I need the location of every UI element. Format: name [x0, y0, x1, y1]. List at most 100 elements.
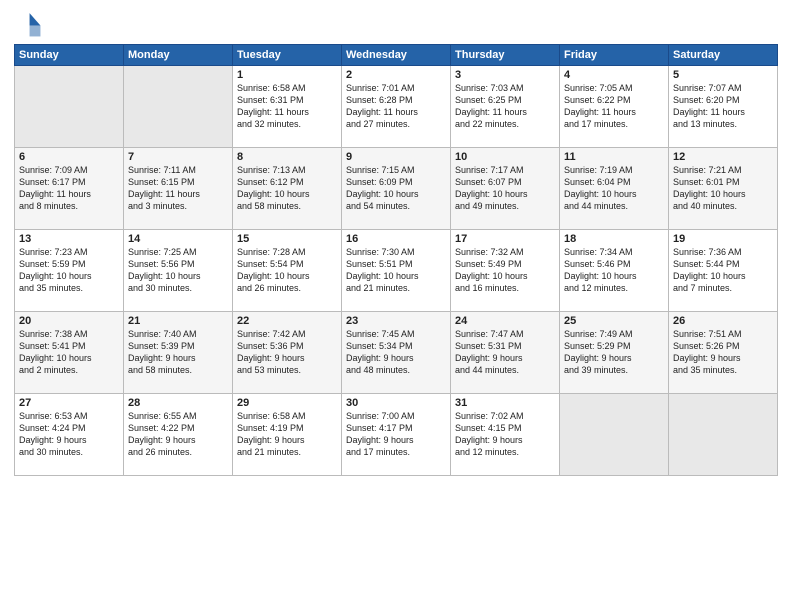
calendar-cell: 9Sunrise: 7:15 AM Sunset: 6:09 PM Daylig… [342, 148, 451, 230]
calendar-cell: 8Sunrise: 7:13 AM Sunset: 6:12 PM Daylig… [233, 148, 342, 230]
calendar-cell: 20Sunrise: 7:38 AM Sunset: 5:41 PM Dayli… [15, 312, 124, 394]
day-number: 23 [346, 315, 446, 327]
day-number: 16 [346, 233, 446, 245]
calendar-week-row: 27Sunrise: 6:53 AM Sunset: 4:24 PM Dayli… [15, 394, 778, 476]
day-info: Sunrise: 7:15 AM Sunset: 6:09 PM Dayligh… [346, 164, 446, 213]
day-info: Sunrise: 7:01 AM Sunset: 6:28 PM Dayligh… [346, 82, 446, 131]
logo [14, 10, 46, 38]
day-info: Sunrise: 7:05 AM Sunset: 6:22 PM Dayligh… [564, 82, 664, 131]
day-info: Sunrise: 7:25 AM Sunset: 5:56 PM Dayligh… [128, 246, 228, 295]
calendar-cell: 6Sunrise: 7:09 AM Sunset: 6:17 PM Daylig… [15, 148, 124, 230]
day-number: 31 [455, 397, 555, 409]
calendar-week-row: 20Sunrise: 7:38 AM Sunset: 5:41 PM Dayli… [15, 312, 778, 394]
day-header-monday: Monday [124, 45, 233, 66]
day-info: Sunrise: 7:19 AM Sunset: 6:04 PM Dayligh… [564, 164, 664, 213]
calendar-week-row: 1Sunrise: 6:58 AM Sunset: 6:31 PM Daylig… [15, 66, 778, 148]
day-info: Sunrise: 7:36 AM Sunset: 5:44 PM Dayligh… [673, 246, 773, 295]
calendar-table: SundayMondayTuesdayWednesdayThursdayFrid… [14, 44, 778, 476]
calendar-cell [669, 394, 778, 476]
day-number: 2 [346, 69, 446, 81]
day-number: 8 [237, 151, 337, 163]
calendar-cell: 7Sunrise: 7:11 AM Sunset: 6:15 PM Daylig… [124, 148, 233, 230]
calendar-cell [15, 66, 124, 148]
calendar-week-row: 6Sunrise: 7:09 AM Sunset: 6:17 PM Daylig… [15, 148, 778, 230]
calendar-cell: 16Sunrise: 7:30 AM Sunset: 5:51 PM Dayli… [342, 230, 451, 312]
day-number: 3 [455, 69, 555, 81]
day-number: 9 [346, 151, 446, 163]
day-number: 26 [673, 315, 773, 327]
day-info: Sunrise: 7:51 AM Sunset: 5:26 PM Dayligh… [673, 328, 773, 377]
calendar-cell: 19Sunrise: 7:36 AM Sunset: 5:44 PM Dayli… [669, 230, 778, 312]
calendar-cell: 11Sunrise: 7:19 AM Sunset: 6:04 PM Dayli… [560, 148, 669, 230]
calendar-cell: 22Sunrise: 7:42 AM Sunset: 5:36 PM Dayli… [233, 312, 342, 394]
calendar-cell: 27Sunrise: 6:53 AM Sunset: 4:24 PM Dayli… [15, 394, 124, 476]
day-info: Sunrise: 7:17 AM Sunset: 6:07 PM Dayligh… [455, 164, 555, 213]
day-header-thursday: Thursday [451, 45, 560, 66]
day-number: 24 [455, 315, 555, 327]
day-info: Sunrise: 7:13 AM Sunset: 6:12 PM Dayligh… [237, 164, 337, 213]
day-header-friday: Friday [560, 45, 669, 66]
day-number: 15 [237, 233, 337, 245]
calendar-header-row: SundayMondayTuesdayWednesdayThursdayFrid… [15, 45, 778, 66]
calendar-cell: 28Sunrise: 6:55 AM Sunset: 4:22 PM Dayli… [124, 394, 233, 476]
day-number: 21 [128, 315, 228, 327]
calendar-cell [560, 394, 669, 476]
day-number: 5 [673, 69, 773, 81]
calendar-cell: 3Sunrise: 7:03 AM Sunset: 6:25 PM Daylig… [451, 66, 560, 148]
day-number: 7 [128, 151, 228, 163]
calendar-cell: 29Sunrise: 6:58 AM Sunset: 4:19 PM Dayli… [233, 394, 342, 476]
day-number: 28 [128, 397, 228, 409]
calendar-cell: 31Sunrise: 7:02 AM Sunset: 4:15 PM Dayli… [451, 394, 560, 476]
calendar-cell: 13Sunrise: 7:23 AM Sunset: 5:59 PM Dayli… [15, 230, 124, 312]
day-info: Sunrise: 7:47 AM Sunset: 5:31 PM Dayligh… [455, 328, 555, 377]
day-info: Sunrise: 7:21 AM Sunset: 6:01 PM Dayligh… [673, 164, 773, 213]
calendar-cell: 23Sunrise: 7:45 AM Sunset: 5:34 PM Dayli… [342, 312, 451, 394]
day-info: Sunrise: 7:30 AM Sunset: 5:51 PM Dayligh… [346, 246, 446, 295]
day-number: 25 [564, 315, 664, 327]
day-header-sunday: Sunday [15, 45, 124, 66]
day-info: Sunrise: 7:42 AM Sunset: 5:36 PM Dayligh… [237, 328, 337, 377]
calendar-cell: 14Sunrise: 7:25 AM Sunset: 5:56 PM Dayli… [124, 230, 233, 312]
calendar-cell [124, 66, 233, 148]
calendar-cell: 25Sunrise: 7:49 AM Sunset: 5:29 PM Dayli… [560, 312, 669, 394]
calendar-cell: 30Sunrise: 7:00 AM Sunset: 4:17 PM Dayli… [342, 394, 451, 476]
calendar-cell: 26Sunrise: 7:51 AM Sunset: 5:26 PM Dayli… [669, 312, 778, 394]
day-header-tuesday: Tuesday [233, 45, 342, 66]
day-info: Sunrise: 7:45 AM Sunset: 5:34 PM Dayligh… [346, 328, 446, 377]
day-info: Sunrise: 7:23 AM Sunset: 5:59 PM Dayligh… [19, 246, 119, 295]
day-info: Sunrise: 7:00 AM Sunset: 4:17 PM Dayligh… [346, 410, 446, 459]
day-info: Sunrise: 7:11 AM Sunset: 6:15 PM Dayligh… [128, 164, 228, 213]
day-number: 11 [564, 151, 664, 163]
day-info: Sunrise: 6:58 AM Sunset: 4:19 PM Dayligh… [237, 410, 337, 459]
day-number: 13 [19, 233, 119, 245]
day-info: Sunrise: 7:49 AM Sunset: 5:29 PM Dayligh… [564, 328, 664, 377]
day-number: 1 [237, 69, 337, 81]
day-info: Sunrise: 7:09 AM Sunset: 6:17 PM Dayligh… [19, 164, 119, 213]
calendar-cell: 1Sunrise: 6:58 AM Sunset: 6:31 PM Daylig… [233, 66, 342, 148]
day-number: 4 [564, 69, 664, 81]
day-info: Sunrise: 7:38 AM Sunset: 5:41 PM Dayligh… [19, 328, 119, 377]
calendar-cell: 4Sunrise: 7:05 AM Sunset: 6:22 PM Daylig… [560, 66, 669, 148]
calendar-cell: 12Sunrise: 7:21 AM Sunset: 6:01 PM Dayli… [669, 148, 778, 230]
calendar-cell: 21Sunrise: 7:40 AM Sunset: 5:39 PM Dayli… [124, 312, 233, 394]
calendar-week-row: 13Sunrise: 7:23 AM Sunset: 5:59 PM Dayli… [15, 230, 778, 312]
calendar-cell: 15Sunrise: 7:28 AM Sunset: 5:54 PM Dayli… [233, 230, 342, 312]
day-info: Sunrise: 6:55 AM Sunset: 4:22 PM Dayligh… [128, 410, 228, 459]
day-info: Sunrise: 7:32 AM Sunset: 5:49 PM Dayligh… [455, 246, 555, 295]
calendar-cell: 10Sunrise: 7:17 AM Sunset: 6:07 PM Dayli… [451, 148, 560, 230]
day-info: Sunrise: 7:02 AM Sunset: 4:15 PM Dayligh… [455, 410, 555, 459]
day-number: 19 [673, 233, 773, 245]
day-number: 10 [455, 151, 555, 163]
calendar-cell: 24Sunrise: 7:47 AM Sunset: 5:31 PM Dayli… [451, 312, 560, 394]
day-number: 17 [455, 233, 555, 245]
day-number: 6 [19, 151, 119, 163]
day-info: Sunrise: 7:40 AM Sunset: 5:39 PM Dayligh… [128, 328, 228, 377]
logo-icon [14, 10, 42, 38]
day-number: 20 [19, 315, 119, 327]
day-number: 30 [346, 397, 446, 409]
calendar-cell: 5Sunrise: 7:07 AM Sunset: 6:20 PM Daylig… [669, 66, 778, 148]
day-number: 14 [128, 233, 228, 245]
page-header [14, 10, 778, 38]
day-number: 18 [564, 233, 664, 245]
day-info: Sunrise: 6:58 AM Sunset: 6:31 PM Dayligh… [237, 82, 337, 131]
